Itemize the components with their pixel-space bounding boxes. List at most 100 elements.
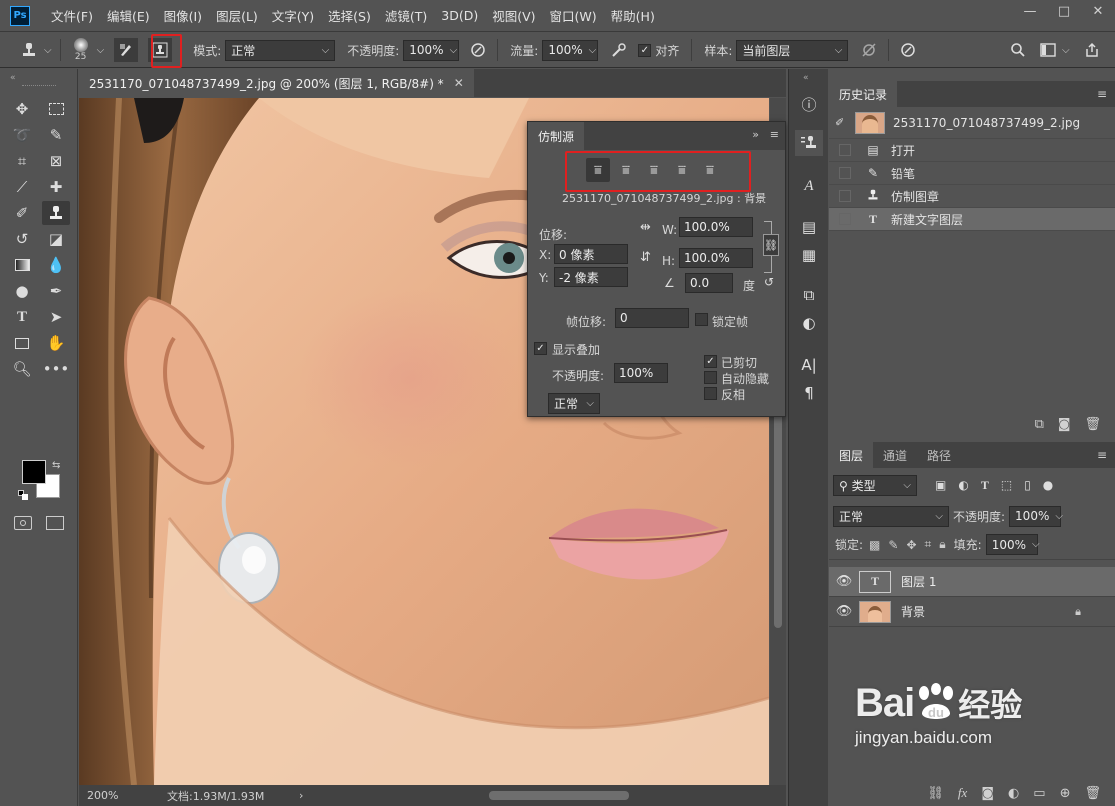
invert-checkbox[interactable] xyxy=(704,387,717,400)
rectangle-tool-icon[interactable] xyxy=(8,331,36,355)
sample-dropdown[interactable]: 当前图层 ⌵ xyxy=(736,39,849,61)
path-select-tool-icon[interactable]: ➤ xyxy=(42,305,70,329)
healing-brush-tool-icon[interactable]: ✚ xyxy=(42,175,70,199)
quick-mask-icon[interactable] xyxy=(14,516,32,530)
menu-file[interactable]: 文件(F) xyxy=(44,6,100,25)
history-source-checkbox[interactable] xyxy=(839,213,851,225)
new-adjustment-icon[interactable]: ◐ xyxy=(1008,786,1019,801)
screen-mode-icon[interactable] xyxy=(46,516,64,530)
brush-chevron-icon[interactable]: ⌵ xyxy=(97,45,105,56)
lock-frame-checkbox[interactable] xyxy=(695,313,708,326)
hand-tool-icon[interactable]: ✋ xyxy=(42,331,70,355)
menu-image[interactable]: 图像(I) xyxy=(157,6,209,25)
reset-transform-icon[interactable]: ↺ xyxy=(764,275,774,289)
auto-hide-checkbox[interactable] xyxy=(704,371,717,384)
brush-settings-icon[interactable] xyxy=(114,38,139,62)
clone-source-tab[interactable]: 仿制源 xyxy=(528,122,585,150)
history-source-checkbox[interactable] xyxy=(839,167,851,179)
character-icon[interactable]: A xyxy=(795,173,823,199)
menu-filter[interactable]: 滤镜(T) xyxy=(378,6,434,25)
overlay-opacity-input[interactable]: 100% xyxy=(614,363,668,383)
menu-type[interactable]: 文字(Y) xyxy=(265,6,321,25)
marquee-tool-icon[interactable] xyxy=(42,97,70,121)
brush-preview[interactable]: 25 xyxy=(69,38,93,62)
new-group-icon[interactable]: ▭ xyxy=(1033,786,1045,801)
menu-select[interactable]: 选择(S) xyxy=(321,6,378,25)
clone-source-strip-icon[interactable] xyxy=(795,130,823,156)
delete-state-icon[interactable]: 🗑︎ xyxy=(1084,417,1101,432)
blur-tool-icon[interactable]: 💧 xyxy=(42,253,70,277)
paragraph-icon[interactable]: ¶ xyxy=(795,380,823,406)
foreground-color-swatch[interactable] xyxy=(22,460,46,484)
eyedropper-tool-icon[interactable]: ⟋ xyxy=(8,175,36,199)
pressure-size-icon[interactable] xyxy=(897,42,919,58)
new-layer-icon[interactable]: ⊕ xyxy=(1060,786,1071,801)
pressure-opacity-icon[interactable] xyxy=(467,42,489,58)
history-brush-tool-icon[interactable]: ↺ xyxy=(8,227,36,251)
lock-all-icon[interactable]: 🔒︎ xyxy=(939,537,945,552)
quick-select-tool-icon[interactable]: ✎ xyxy=(42,123,70,147)
history-source-checkbox[interactable] xyxy=(839,190,851,202)
zoom-level[interactable]: 200% xyxy=(87,789,147,802)
offset-y-input[interactable]: -2 像素 xyxy=(554,267,628,287)
panel-menu-icon[interactable]: ≡ xyxy=(770,128,779,141)
menu-window[interactable]: 窗口(W) xyxy=(543,6,604,25)
tools-grip[interactable] xyxy=(22,85,56,87)
angle-input[interactable]: 0.0 xyxy=(685,273,733,293)
close-window-button[interactable]: ✕ xyxy=(1081,0,1115,22)
collapse-strip-icon[interactable]: « xyxy=(803,73,809,83)
filter-shape-icon[interactable]: ⬚ xyxy=(1001,478,1012,492)
history-item[interactable]: T 新建文字图层 xyxy=(829,208,1115,231)
more-tools-icon[interactable]: ••• xyxy=(42,357,70,381)
preset-chevron-icon[interactable]: ⌵ xyxy=(44,45,52,56)
lock-transparent-icon[interactable]: ▩ xyxy=(869,538,880,552)
filter-pixel-icon[interactable]: ▣ xyxy=(935,478,946,492)
visibility-eye-icon[interactable]: 👁︎ xyxy=(829,574,859,589)
share-icon[interactable] xyxy=(1082,42,1102,58)
mode-dropdown[interactable]: 正常 ⌵ xyxy=(225,39,336,61)
delete-layer-icon[interactable]: 🗑︎ xyxy=(1084,786,1101,801)
filter-adjustment-icon[interactable]: ◐ xyxy=(958,478,968,492)
tab-paths[interactable]: 路径 xyxy=(917,442,961,468)
layer-row-background[interactable]: 👁︎ 背景 🔒︎ xyxy=(829,597,1115,627)
layer-row-text[interactable]: 👁︎ T 图层 1 xyxy=(829,567,1115,597)
filter-type-icon[interactable]: T xyxy=(981,478,989,493)
info-icon[interactable]: ⓘ xyxy=(795,91,823,117)
maximize-button[interactable]: □ xyxy=(1047,0,1081,22)
history-tab[interactable]: 历史记录 xyxy=(829,81,898,107)
offset-x-input[interactable]: 0 像素 xyxy=(554,244,628,264)
tab-channels[interactable]: 通道 xyxy=(873,442,917,468)
height-scale-input[interactable]: 100.0% xyxy=(679,248,753,268)
vertical-scroll-thumb[interactable] xyxy=(774,388,782,628)
eraser-tool-icon[interactable]: ◪ xyxy=(42,227,70,251)
status-menu-icon[interactable]: › xyxy=(299,789,303,802)
visibility-eye-icon[interactable]: 👁︎ xyxy=(829,604,859,619)
menu-help[interactable]: 帮助(H) xyxy=(604,6,662,25)
lock-position-icon[interactable]: ✥ xyxy=(906,538,916,552)
document-tab[interactable]: 2531170_071048737499_2.jpg @ 200% (图层 1,… xyxy=(79,69,474,97)
new-document-from-state-icon[interactable]: ⧉ xyxy=(1035,417,1044,432)
menu-view[interactable]: 视图(V) xyxy=(485,6,542,25)
collapse-tools-icon[interactable]: « xyxy=(10,73,16,83)
history-item[interactable]: ✎ 铅笔 xyxy=(829,162,1115,185)
search-icon[interactable] xyxy=(1008,42,1028,58)
character-style-icon[interactable]: A| xyxy=(795,352,823,378)
filter-toggle-icon[interactable]: ● xyxy=(1043,478,1053,492)
history-snapshot[interactable]: ✐ 2531170_071048737499_2.jpg xyxy=(829,107,1115,139)
history-source-checkbox[interactable] xyxy=(839,144,851,156)
layer-style-fx-icon[interactable]: fx xyxy=(958,785,967,801)
clone-stamp-tool-icon[interactable] xyxy=(42,201,70,225)
workspace-chevron-icon[interactable]: ⌵ xyxy=(1062,45,1070,56)
clone-stamp-preset-icon[interactable] xyxy=(14,41,44,59)
menu-edit[interactable]: 编辑(E) xyxy=(100,6,157,25)
frame-offset-input[interactable]: 0 xyxy=(615,308,689,328)
history-brush-source-icon[interactable]: ✐ xyxy=(835,116,849,129)
tab-layers[interactable]: 图层 xyxy=(829,442,874,468)
move-tool-icon[interactable]: ✥ xyxy=(8,97,36,121)
snapshot-camera-icon[interactable]: ◙ xyxy=(1058,417,1071,432)
document-panel-icon[interactable]: ▦ xyxy=(795,242,823,268)
frame-tool-icon[interactable]: ⊠ xyxy=(42,149,70,173)
minimize-button[interactable]: — xyxy=(1013,0,1047,22)
adjustments-icon[interactable]: ◐ xyxy=(795,310,823,336)
clipped-checkbox[interactable]: ✓ xyxy=(704,355,717,368)
